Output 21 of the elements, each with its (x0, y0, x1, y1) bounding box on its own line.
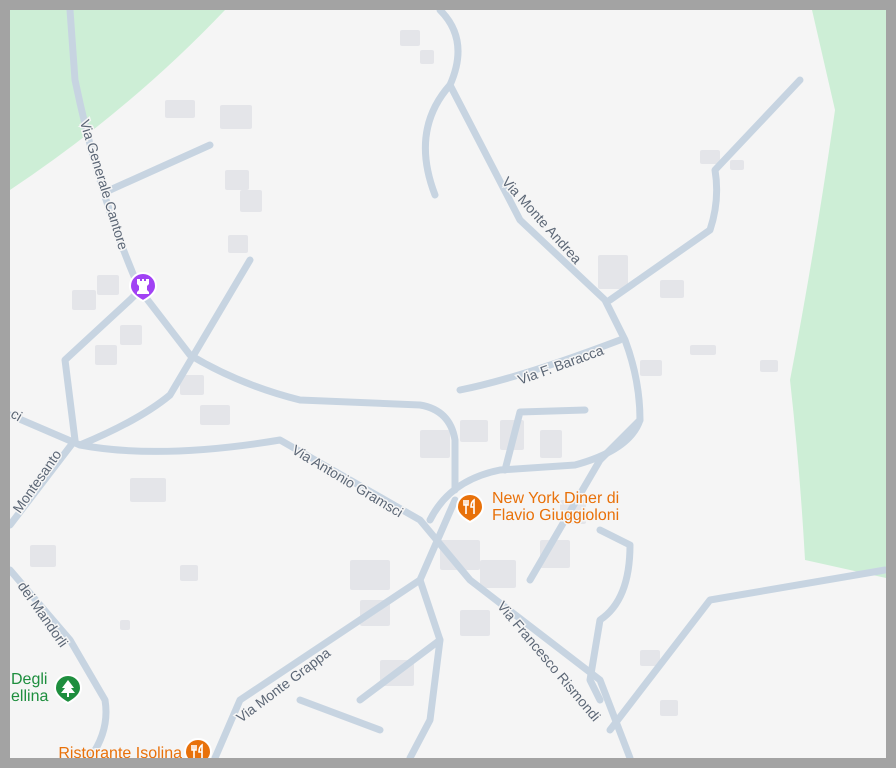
place-label[interactable]: Ristorante Isolina (58, 745, 182, 758)
restaurant-marker-icon[interactable] (456, 493, 484, 523)
building (180, 375, 204, 395)
building (700, 150, 720, 164)
building (460, 420, 488, 442)
building (420, 430, 450, 458)
park-marker-icon[interactable] (54, 674, 82, 704)
building (598, 255, 628, 289)
building (480, 560, 516, 588)
tower-marker-icon[interactable] (129, 272, 157, 302)
street-label: Via Generale Cantore (76, 118, 132, 252)
place-label[interactable]: New York Diner di (492, 490, 620, 508)
building (640, 650, 660, 666)
place-label[interactable]: ellina (11, 688, 48, 706)
place-label[interactable]: Flavio Giuggioloni (492, 507, 620, 524)
building (640, 360, 662, 376)
place-label[interactable]: Degli (11, 671, 48, 688)
building (730, 160, 744, 170)
street-label: Via F. Baracca (516, 342, 606, 388)
street-label: ci (10, 405, 26, 424)
restaurant-marker-icon[interactable] (184, 738, 212, 758)
